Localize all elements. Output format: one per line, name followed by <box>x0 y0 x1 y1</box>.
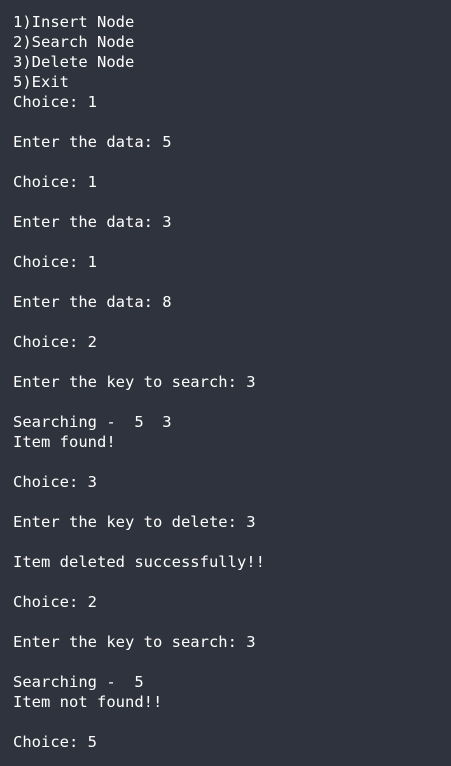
output-line: Enter the data: 3 <box>13 213 172 231</box>
output-line: Choice: 1 <box>13 173 97 191</box>
menu-line: 2)Search Node <box>13 33 135 51</box>
output-line: Choice: 5 <box>13 733 97 751</box>
output-line: Choice: 2 <box>13 333 97 351</box>
output-line: Enter the data: 5 <box>13 133 172 151</box>
output-line: Choice: 2 <box>13 593 97 611</box>
output-line: Enter the key to search: 3 <box>13 633 256 651</box>
output-line: Choice: 1 <box>13 93 97 111</box>
output-line: Choice: 1 <box>13 253 97 271</box>
output-line: Searching - 5 3 <box>13 413 172 431</box>
output-line: Enter the key to delete: 3 <box>13 513 256 531</box>
menu-line: 5)Exit <box>13 73 69 91</box>
output-line: Item not found!! <box>13 693 163 711</box>
terminal-output[interactable]: 1)Insert Node 2)Search Node 3)Delete Nod… <box>0 0 451 766</box>
output-line: Searching - 5 <box>13 673 144 691</box>
menu-line: 1)Insert Node <box>13 13 135 31</box>
output-line: Item found! <box>13 433 116 451</box>
output-line: Enter the key to search: 3 <box>13 373 256 391</box>
menu-line: 3)Delete Node <box>13 53 135 71</box>
output-line: Enter the data: 8 <box>13 293 172 311</box>
output-line: Choice: 3 <box>13 473 97 491</box>
output-line: Item deleted successfully!! <box>13 553 265 571</box>
